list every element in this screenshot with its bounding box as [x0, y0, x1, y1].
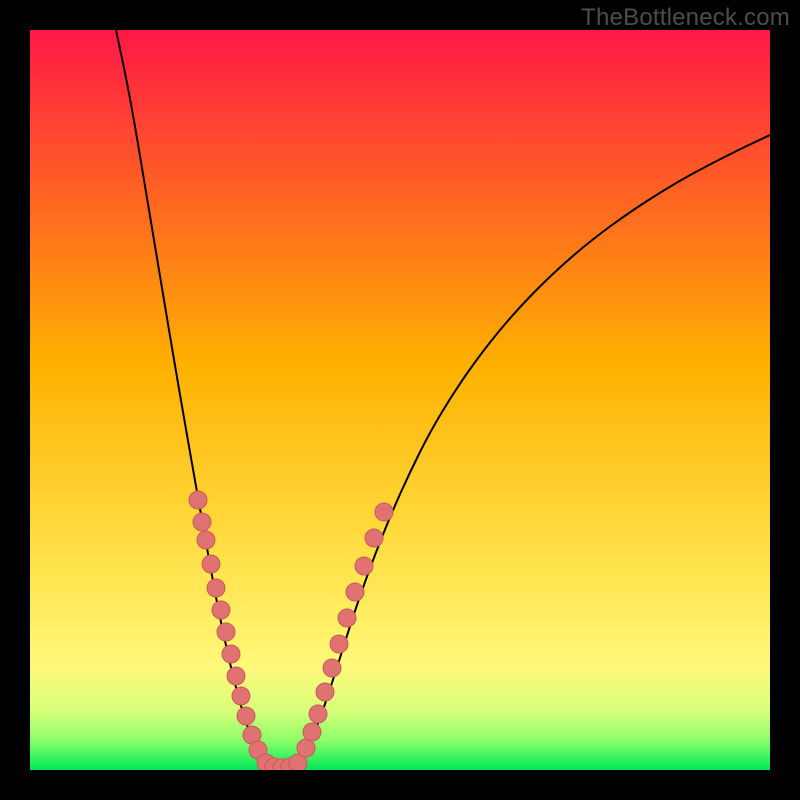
- chart-frame: TheBottleneck.com: [0, 0, 800, 800]
- data-marker: [297, 739, 315, 757]
- data-marker: [323, 659, 341, 677]
- plot-area: [30, 30, 770, 770]
- bottleneck-chart-svg: [30, 30, 770, 770]
- data-marker: [227, 667, 245, 685]
- data-marker: [222, 645, 240, 663]
- data-marker: [330, 635, 348, 653]
- watermark-text: TheBottleneck.com: [581, 4, 790, 32]
- data-marker: [202, 555, 220, 573]
- data-marker: [189, 491, 207, 509]
- data-marker: [217, 623, 235, 641]
- data-marker: [303, 723, 321, 741]
- gradient-background: [30, 30, 770, 770]
- data-marker: [375, 503, 393, 521]
- data-marker: [365, 529, 383, 547]
- data-marker: [355, 557, 373, 575]
- data-marker: [346, 583, 364, 601]
- data-marker: [197, 531, 215, 549]
- data-marker: [207, 579, 225, 597]
- data-marker: [309, 705, 327, 723]
- data-marker: [338, 609, 356, 627]
- data-marker: [232, 687, 250, 705]
- data-marker: [237, 707, 255, 725]
- data-marker: [193, 513, 211, 531]
- data-marker: [316, 683, 334, 701]
- data-marker: [212, 601, 230, 619]
